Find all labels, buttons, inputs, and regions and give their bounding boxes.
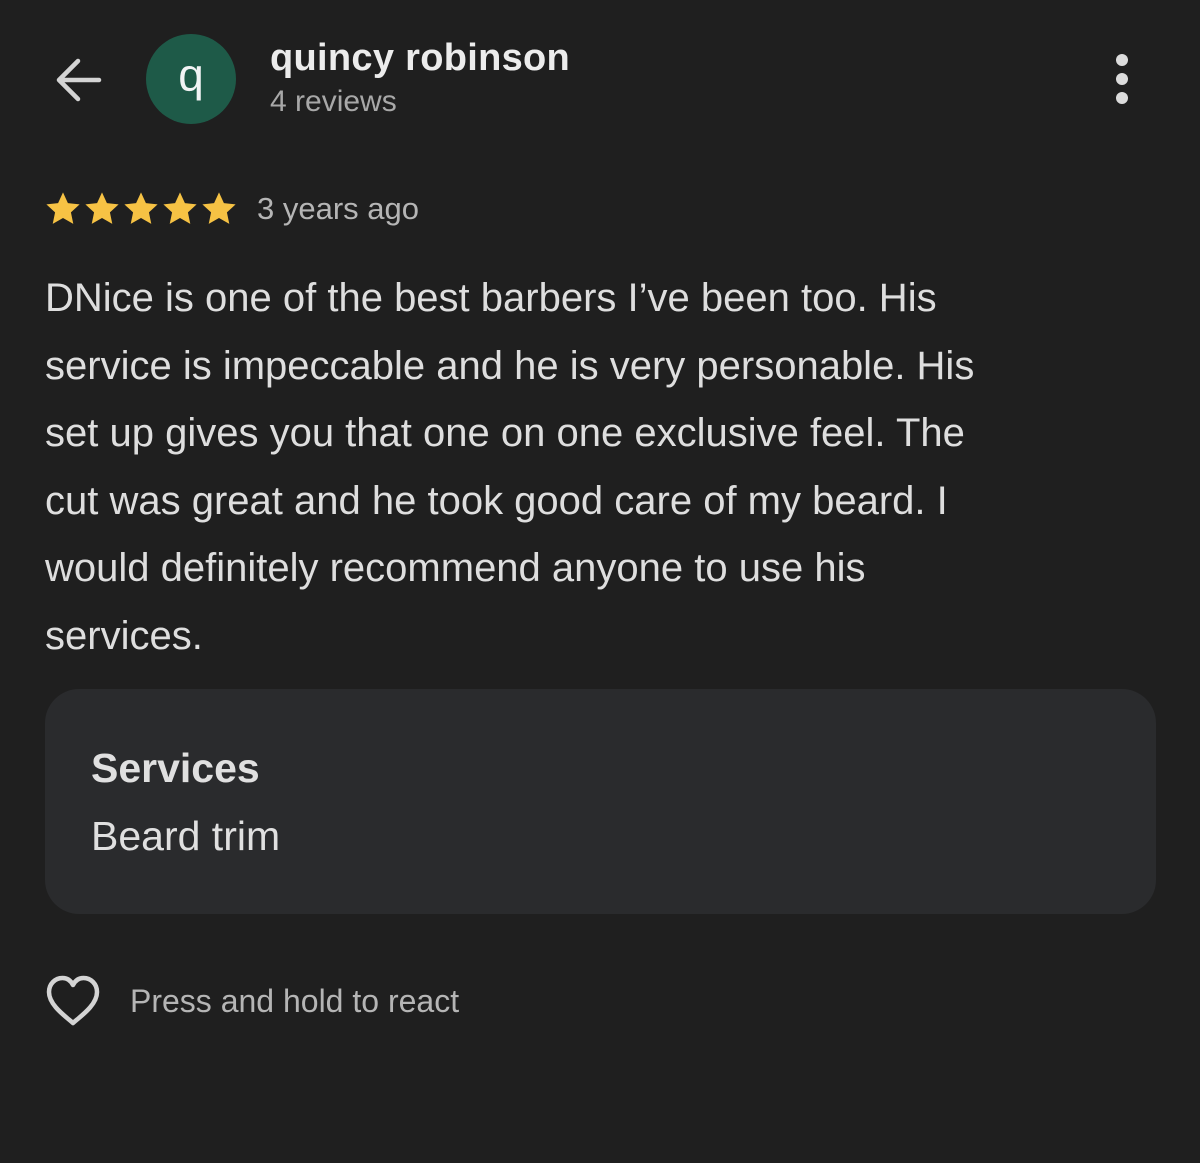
back-button[interactable]: [46, 50, 110, 110]
user-info: quincy robinson 4 reviews: [270, 36, 570, 122]
arrow-left-icon: [56, 58, 102, 102]
star-icon: [85, 192, 119, 224]
review-time: 3 years ago: [257, 191, 419, 226]
star-rating: [44, 190, 239, 228]
review-count: 4 reviews: [270, 85, 397, 118]
react-button[interactable]: Press and hold to react: [44, 974, 459, 1028]
services-card: Services Beard trim: [45, 689, 1156, 914]
avatar[interactable]: q: [146, 34, 236, 124]
services-value: Beard trim: [91, 813, 281, 859]
rating-row: 3 years ago: [44, 190, 419, 228]
review-text: DNice is one of the best barbers I’ve be…: [45, 276, 975, 658]
star-icon: [124, 192, 158, 224]
more-vertical-icon: [1116, 54, 1128, 104]
react-label: Press and hold to react: [130, 982, 460, 1019]
heart-outline-icon: [46, 975, 100, 1026]
user-name[interactable]: quincy robinson: [270, 36, 570, 80]
star-icon: [46, 192, 80, 224]
star-icon: [163, 192, 197, 224]
services-heading: Services: [91, 745, 260, 791]
more-options-button[interactable]: [1096, 48, 1148, 110]
avatar-letter: q: [178, 49, 204, 101]
star-icon: [202, 192, 236, 224]
